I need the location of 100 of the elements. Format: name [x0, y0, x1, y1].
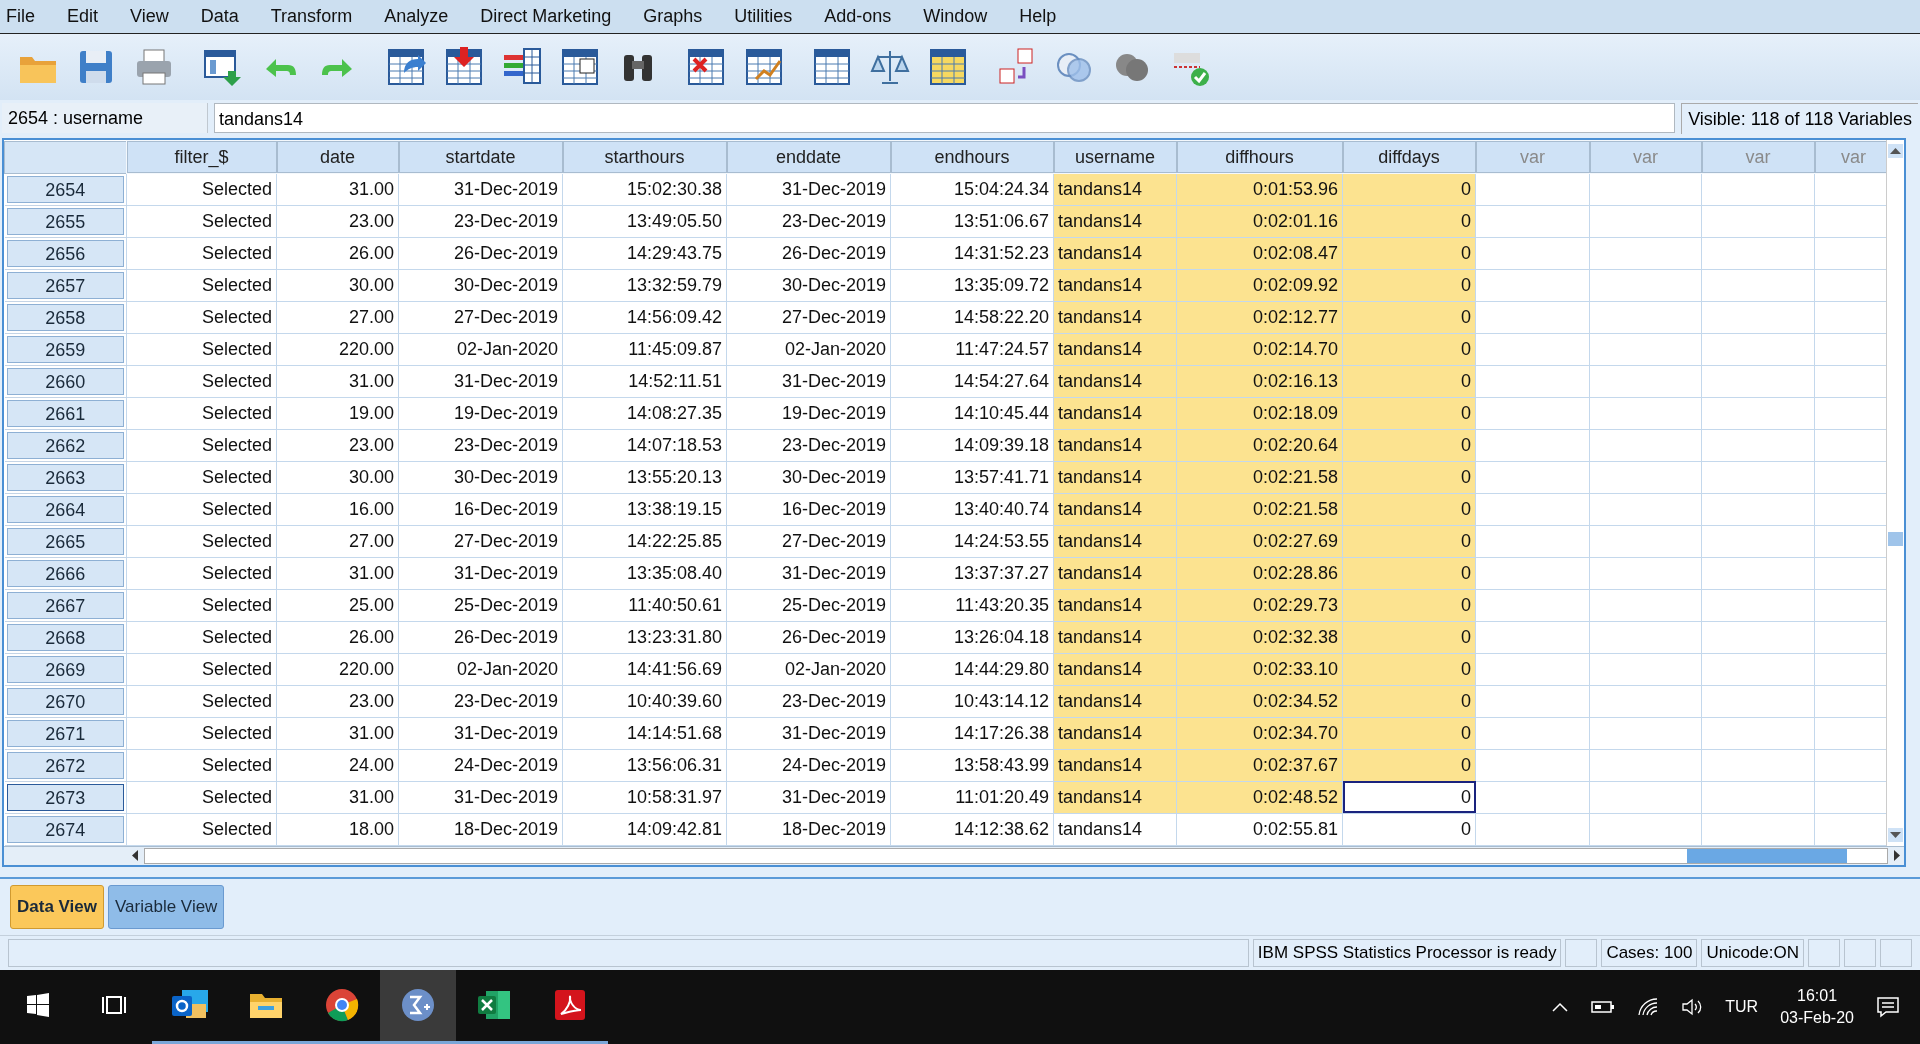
- table-cell: 0:02:28.86: [1176, 557, 1343, 589]
- chevron-up-icon[interactable]: [1551, 1000, 1570, 1013]
- row-header[interactable]: 2660: [6, 367, 124, 395]
- table-cell: 25-Dec-2019: [726, 589, 891, 621]
- table-cell: tandans14: [1053, 173, 1177, 205]
- menu-item[interactable]: Analyze: [368, 6, 465, 27]
- table-cell: Selected: [126, 493, 277, 525]
- notification-icon[interactable]: [1876, 995, 1900, 1018]
- menu-item[interactable]: Transform: [254, 6, 369, 27]
- menu-item[interactable]: Utilities: [718, 6, 809, 27]
- menu-item[interactable]: Direct Marketing: [464, 6, 628, 27]
- table-cell: 25.00: [276, 589, 399, 621]
- table-cell: tandans14: [1053, 781, 1177, 813]
- row-header[interactable]: 2664: [6, 495, 124, 523]
- column-header[interactable]: startdate: [398, 141, 563, 173]
- scrollbar-thumb[interactable]: [1888, 532, 1903, 546]
- menu-item[interactable]: Data: [184, 6, 255, 27]
- table-cell: Selected: [126, 301, 277, 333]
- table-cell: 31.00: [276, 557, 399, 589]
- row-header[interactable]: 2674: [6, 815, 124, 843]
- table-cell: 14:54:27.64: [890, 365, 1054, 397]
- menu-item[interactable]: Window: [907, 6, 1004, 27]
- table-cell: 24-Dec-2019: [398, 749, 563, 781]
- table-cell: 0: [1342, 653, 1476, 685]
- row-header[interactable]: 2659: [6, 335, 124, 363]
- row-header[interactable]: 2669: [6, 655, 124, 683]
- table-cell: 0: [1342, 589, 1476, 621]
- row-header[interactable]: 2655: [6, 207, 124, 235]
- row-header[interactable]: 2673: [6, 783, 124, 811]
- table-cell: 15:02:30.38: [562, 173, 727, 205]
- clock-date[interactable]: 03-Feb-20: [1780, 1006, 1854, 1029]
- table-cell: Selected: [126, 557, 277, 589]
- table-cell: 0: [1342, 685, 1476, 717]
- table-cell: 27-Dec-2019: [726, 301, 891, 333]
- clock-time[interactable]: 16:01: [1797, 984, 1838, 1007]
- table-cell: 11:45:09.87: [562, 333, 727, 365]
- table-cell: 14:17:26.38: [890, 717, 1054, 749]
- scroll-up-icon[interactable]: [1888, 144, 1903, 158]
- row-header[interactable]: 2658: [6, 303, 124, 331]
- row-header[interactable]: 2668: [6, 623, 124, 651]
- table-cell: 19-Dec-2019: [398, 397, 563, 429]
- table-cell: 0:02:21.58: [1176, 461, 1343, 493]
- view-tab[interactable]: Variable View: [108, 884, 225, 929]
- scrollbar-thumb[interactable]: [1687, 848, 1847, 863]
- table-cell: 23-Dec-2019: [398, 429, 563, 461]
- table-cell: 23-Dec-2019: [726, 429, 891, 461]
- menu-item[interactable]: Graphs: [627, 6, 719, 27]
- vertical-scrollbar[interactable]: [1886, 140, 1904, 846]
- row-header[interactable]: 2657: [6, 271, 124, 299]
- column-header[interactable]: enddate: [726, 141, 891, 173]
- row-header[interactable]: 2662: [6, 431, 124, 459]
- column-header[interactable]: diffdays: [1342, 141, 1476, 173]
- row-header[interactable]: 2667: [6, 591, 124, 619]
- pdf-icon: [553, 988, 587, 1023]
- table-cell: tandans14: [1053, 493, 1177, 525]
- table-cell: Selected: [126, 653, 277, 685]
- table-cell: Selected: [126, 269, 277, 301]
- table-cell: 10:43:14.12: [890, 685, 1054, 717]
- column-header[interactable]: endhours: [890, 141, 1054, 173]
- table-cell: 30-Dec-2019: [398, 269, 563, 301]
- status-panel: [1844, 938, 1876, 967]
- table-cell: 02-Jan-2020: [726, 653, 891, 685]
- column-header[interactable]: diffhours: [1176, 141, 1343, 173]
- column-header[interactable]: username: [1053, 141, 1177, 173]
- table-cell: 14:41:56.69: [562, 653, 727, 685]
- row-header[interactable]: 2670: [6, 687, 124, 715]
- row-header[interactable]: 2654: [6, 175, 124, 203]
- battery-icon[interactable]: [1591, 999, 1616, 1014]
- menu-item[interactable]: File: [6, 6, 51, 27]
- menu-item[interactable]: Add-ons: [808, 6, 908, 27]
- menu-item[interactable]: Help: [1003, 6, 1073, 27]
- row-header[interactable]: 2663: [6, 463, 124, 491]
- volume-icon[interactable]: [1681, 996, 1704, 1017]
- table-cell: tandans14: [1053, 301, 1177, 333]
- wifi-icon[interactable]: [1637, 996, 1660, 1017]
- table-cell: 0:02:27.69: [1176, 525, 1343, 557]
- cell-value-field[interactable]: tandans14: [214, 103, 1676, 133]
- scroll-down-icon[interactable]: [1888, 827, 1903, 842]
- menu-item[interactable]: Edit: [51, 6, 115, 27]
- view-tab[interactable]: Data View: [10, 884, 104, 929]
- table-cell: 0:02:37.67: [1176, 749, 1343, 781]
- table-cell: 23.00: [276, 429, 399, 461]
- row-header[interactable]: 2671: [6, 719, 124, 747]
- table-cell: tandans14: [1053, 461, 1177, 493]
- column-header[interactable]: filter_$: [126, 141, 277, 173]
- table-cell: 27-Dec-2019: [398, 301, 563, 333]
- table-cell: 0: [1342, 813, 1476, 845]
- input-language[interactable]: TUR: [1725, 997, 1759, 1016]
- statistics-app-button[interactable]: [380, 969, 456, 1044]
- column-header[interactable]: date: [276, 141, 399, 173]
- table-cell: 31-Dec-2019: [726, 173, 891, 205]
- column-header[interactable]: starthours: [562, 141, 727, 173]
- table-cell: 19-Dec-2019: [726, 397, 891, 429]
- row-header[interactable]: 2672: [6, 751, 124, 779]
- row-header[interactable]: 2661: [6, 399, 124, 427]
- row-header[interactable]: 2665: [6, 527, 124, 555]
- menu-item[interactable]: View: [114, 6, 185, 27]
- table-cell: 23-Dec-2019: [726, 685, 891, 717]
- row-header[interactable]: 2656: [6, 239, 124, 267]
- row-header[interactable]: 2666: [6, 559, 124, 587]
